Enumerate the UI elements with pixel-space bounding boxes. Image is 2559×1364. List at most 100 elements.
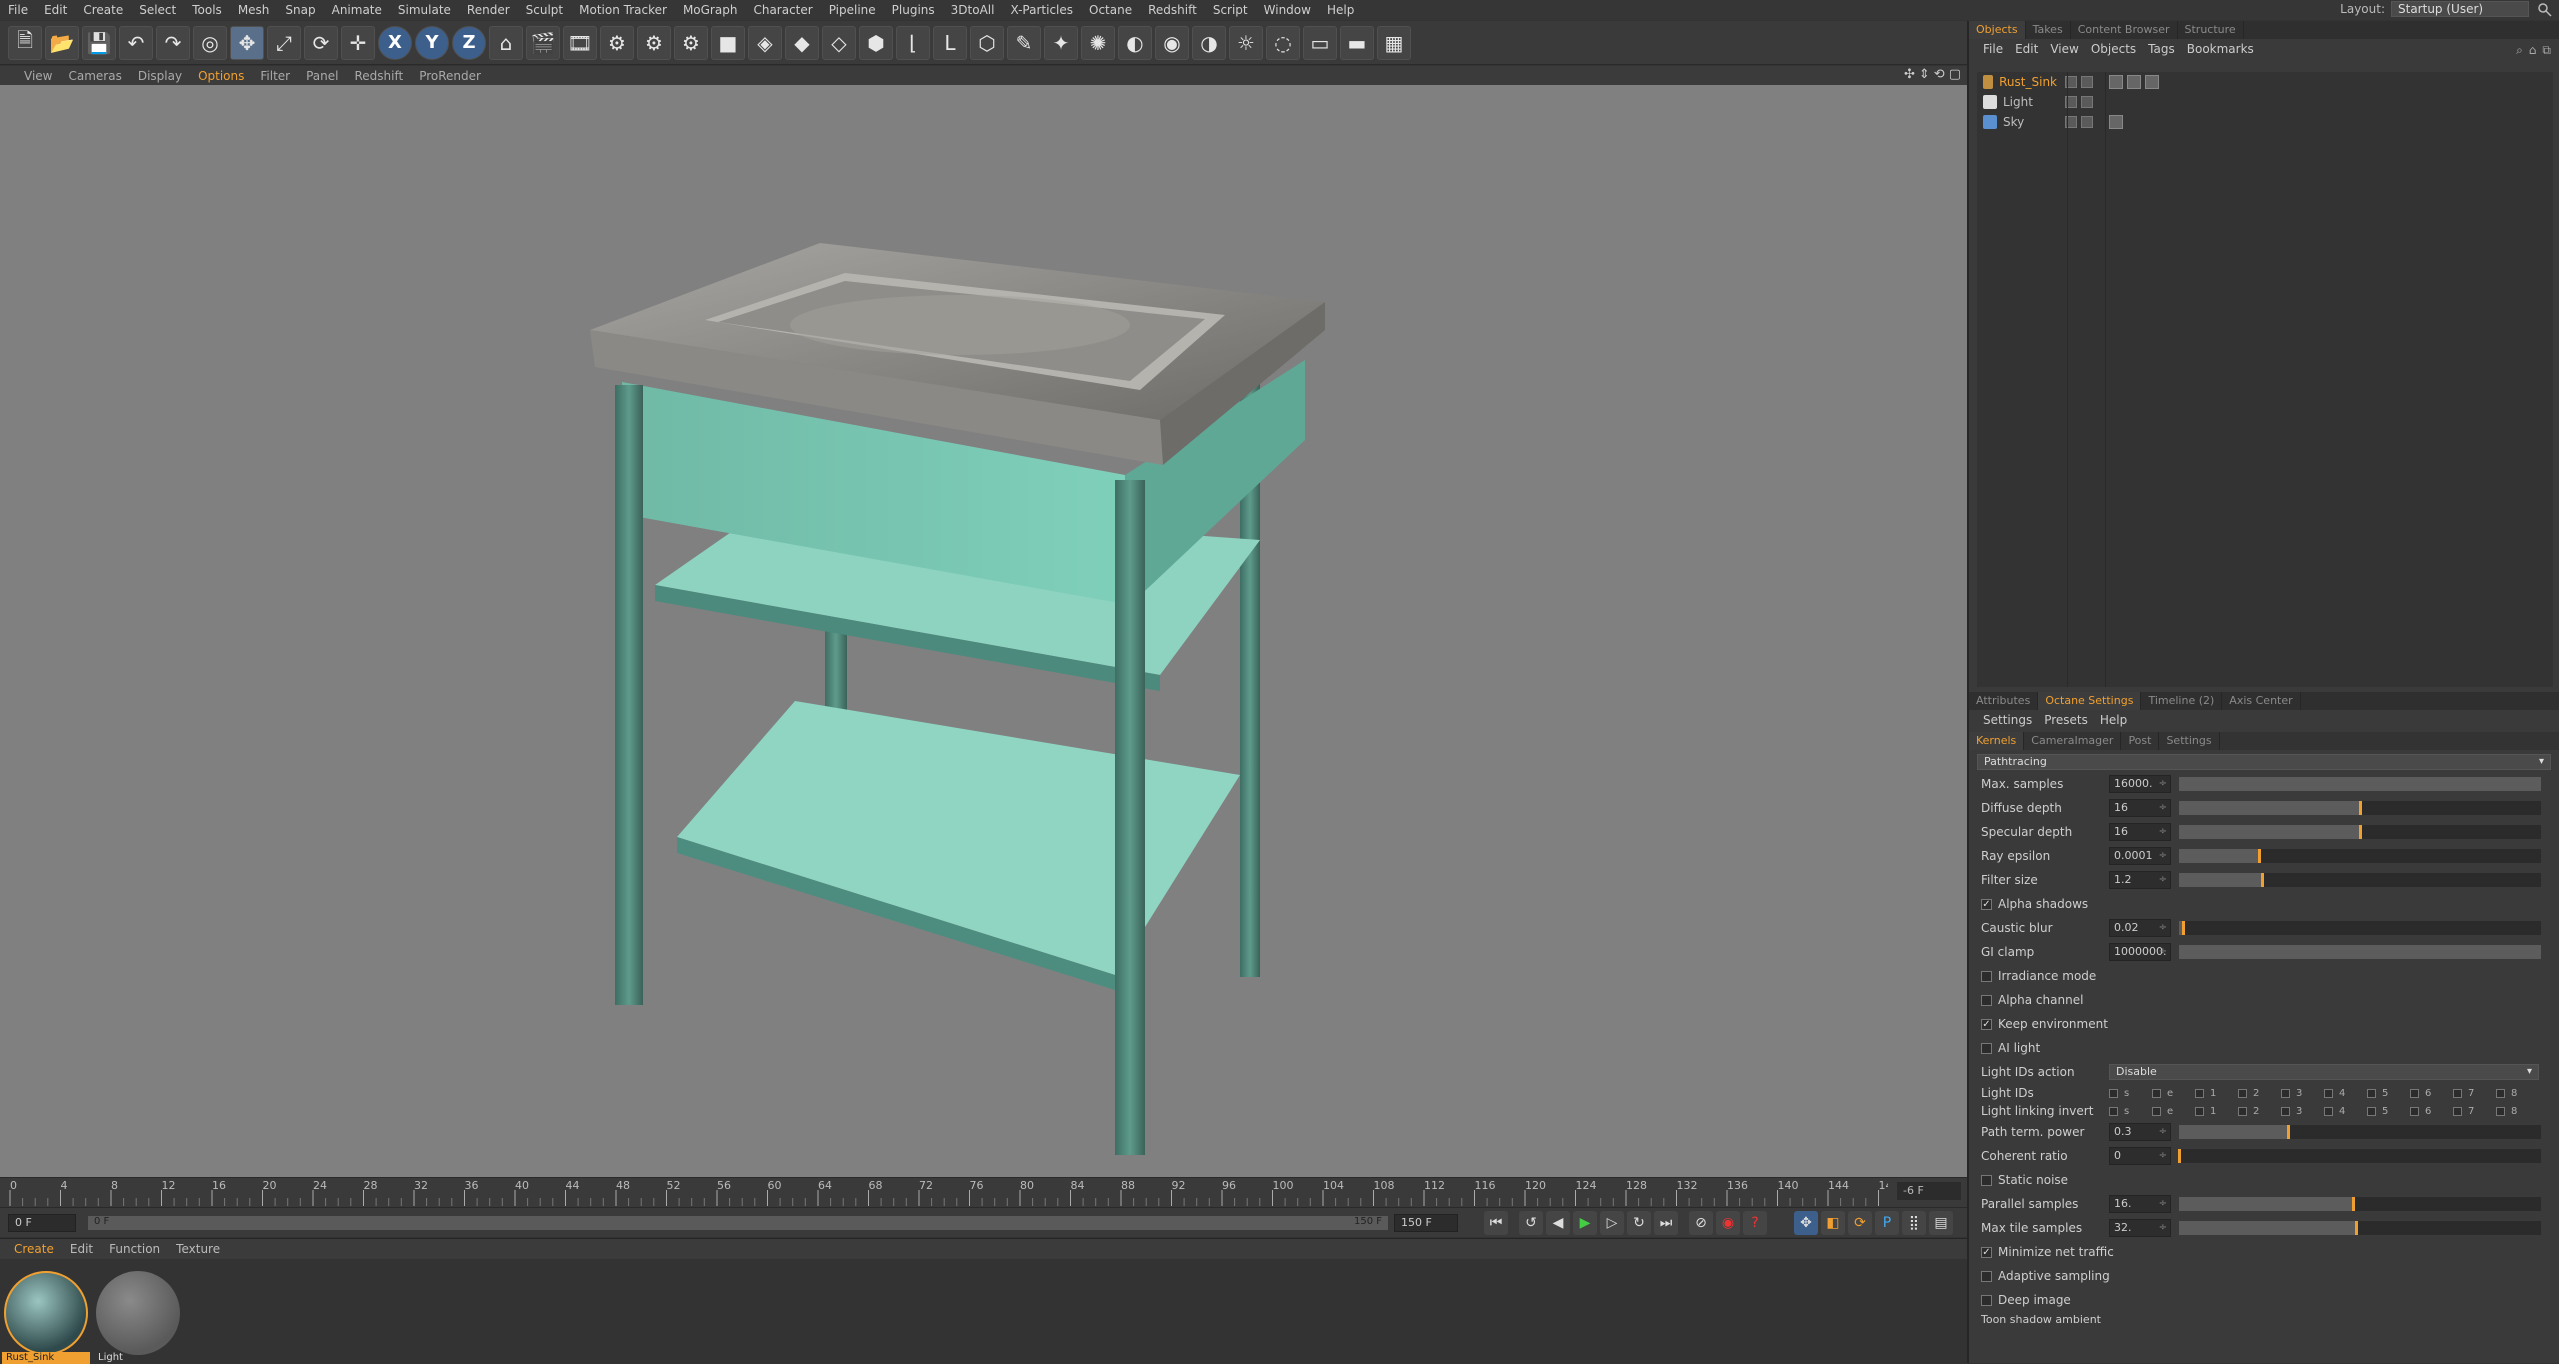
attributes-menu-presets[interactable]: Presets xyxy=(2038,713,2094,727)
param-value-field[interactable]: 16 xyxy=(2109,799,2171,817)
checkbox[interactable] xyxy=(2281,1106,2290,1116)
menu-item-mesh[interactable]: Mesh xyxy=(230,3,278,17)
slider-knob[interactable] xyxy=(2178,1149,2181,1163)
octane-white-icon[interactable]: ▬ xyxy=(1340,25,1374,60)
object-list[interactable]: Rust_Sink Light Sky xyxy=(1977,72,2553,687)
tag-icon[interactable] xyxy=(2109,115,2123,129)
light-text-icon[interactable]: L xyxy=(933,25,967,60)
object-row[interactable]: Rust_Sink xyxy=(1977,72,2553,92)
light-id-box[interactable]: 1 xyxy=(2195,1088,2238,1099)
param-slider[interactable] xyxy=(2179,777,2541,791)
rotate-icon[interactable]: ⟳ xyxy=(304,25,338,60)
tab-timeline-2-[interactable]: Timeline (2) xyxy=(2141,692,2223,710)
attributes-menu-settings[interactable]: Settings xyxy=(1977,713,2038,727)
objects-menu-objects[interactable]: Objects xyxy=(2085,42,2142,56)
param-value-field[interactable]: 16. xyxy=(2109,1195,2171,1213)
record-off-icon[interactable]: ⊘ xyxy=(1689,1210,1713,1235)
menu-item-window[interactable]: Window xyxy=(1256,3,1319,17)
menu-item-create[interactable]: Create xyxy=(75,3,131,17)
objects-menu-tags[interactable]: Tags xyxy=(2142,42,2181,56)
light-id-box[interactable]: 6 xyxy=(2410,1088,2453,1099)
checkbox[interactable] xyxy=(2453,1088,2462,1098)
viewport-menu-panel[interactable]: Panel xyxy=(298,69,346,83)
menu-item-mograph[interactable]: MoGraph xyxy=(675,3,746,17)
light-id-box[interactable]: 5 xyxy=(2367,1088,2410,1099)
viewport[interactable] xyxy=(0,85,1967,1177)
objects-menu-edit[interactable]: Edit xyxy=(2009,42,2044,56)
light-id-box[interactable]: s xyxy=(2109,1088,2152,1099)
check-alpha-shadows[interactable]: ✓ Alpha shadows xyxy=(1969,892,2559,916)
param-value-field[interactable]: 0.3 xyxy=(2109,1123,2171,1141)
checkbox[interactable] xyxy=(2152,1088,2161,1098)
z-axis-icon[interactable]: Z xyxy=(452,25,486,60)
octane-camera-icon[interactable]: ◉ xyxy=(1155,25,1189,60)
checkbox[interactable] xyxy=(2109,1088,2118,1098)
x-axis-icon[interactable]: X xyxy=(378,25,412,60)
subtab-kernels[interactable]: Kernels xyxy=(1969,732,2025,750)
check-alpha-channel[interactable]: Alpha channel xyxy=(1969,988,2559,1012)
check-static-noise[interactable]: Static noise xyxy=(1969,1168,2559,1192)
subtab-settings[interactable]: Settings xyxy=(2159,732,2220,750)
tag-icon[interactable] xyxy=(2127,75,2141,89)
goto-end-icon[interactable]: ⏭ xyxy=(1654,1210,1678,1235)
param-slider[interactable] xyxy=(2179,921,2541,935)
menu-item-animate[interactable]: Animate xyxy=(324,3,390,17)
viewport-menu-view[interactable]: View xyxy=(16,69,60,83)
check-adaptive-sampling[interactable]: Adaptive sampling xyxy=(1969,1264,2559,1288)
param-value-field[interactable]: 16000. xyxy=(2109,775,2171,793)
param-slider[interactable] xyxy=(2178,1149,2541,1163)
key-position-icon[interactable]: ✥ xyxy=(1794,1210,1818,1235)
checkbox[interactable] xyxy=(2367,1088,2376,1098)
octane-green-icon[interactable]: ✺ xyxy=(1081,25,1115,60)
light-id-box[interactable]: 8 xyxy=(2496,1088,2539,1099)
viewport-menu-cameras[interactable]: Cameras xyxy=(60,69,129,83)
tab-content-browser[interactable]: Content Browser xyxy=(2071,21,2178,39)
prev-frame-icon[interactable]: ◀ xyxy=(1546,1210,1570,1235)
end-frame-field[interactable]: 150 F xyxy=(1394,1213,1458,1232)
light-id-box[interactable]: 4 xyxy=(2324,1088,2367,1099)
search-icon[interactable] xyxy=(2537,2,2553,18)
object-row[interactable]: Sky xyxy=(1977,112,2553,132)
undo-icon[interactable]: ↶ xyxy=(119,25,153,60)
checkbox[interactable] xyxy=(1981,994,1992,1006)
checkbox[interactable] xyxy=(2496,1088,2505,1098)
checkbox[interactable] xyxy=(2324,1088,2333,1098)
param-value-field[interactable]: 0.02 xyxy=(2109,919,2171,937)
coordinate-system-icon[interactable]: ⌂ xyxy=(489,25,523,60)
material-menu-function[interactable]: Function xyxy=(101,1242,168,1256)
menu-item-edit[interactable]: Edit xyxy=(36,3,75,17)
light-id-box[interactable]: 5 xyxy=(2367,1106,2410,1117)
octane-sun-icon[interactable]: ☼ xyxy=(1229,25,1263,60)
octane-light-icon[interactable]: ▭ xyxy=(1303,25,1337,60)
viewport-menu-filter[interactable]: Filter xyxy=(252,69,298,83)
menu-item-x-particles[interactable]: X-Particles xyxy=(1002,3,1081,17)
octane-env-icon[interactable]: ◑ xyxy=(1192,25,1226,60)
checkbox[interactable] xyxy=(1981,1270,1992,1282)
scale-icon[interactable]: ⤢ xyxy=(267,25,301,60)
home-icon[interactable]: ⌂ xyxy=(2529,43,2537,58)
cube-icon[interactable]: ■ xyxy=(711,25,745,60)
render-view-icon[interactable]: 🎞 xyxy=(563,25,597,60)
light-id-box[interactable]: 6 xyxy=(2410,1106,2453,1117)
param-slider[interactable] xyxy=(2179,873,2541,887)
y-axis-icon[interactable]: Y xyxy=(415,25,449,60)
octane-live-icon[interactable]: ⚙ xyxy=(637,25,671,60)
light-id-box[interactable]: e xyxy=(2152,1088,2195,1099)
menu-item-select[interactable]: Select xyxy=(131,3,184,17)
subtab-cameraimager[interactable]: CameraImager xyxy=(2024,732,2122,750)
checkbox[interactable] xyxy=(2195,1106,2204,1116)
key-param-icon[interactable]: P xyxy=(1875,1210,1899,1235)
check-deep-image[interactable]: Deep image xyxy=(1969,1288,2559,1312)
light-id-box[interactable]: 8 xyxy=(2496,1106,2539,1117)
axis-icon[interactable]: ✛ xyxy=(341,25,375,60)
visibility-toggle-icon[interactable] xyxy=(2081,96,2093,108)
current-frame-field[interactable]: -6 F xyxy=(1897,1182,1961,1200)
visibility-toggle-icon[interactable] xyxy=(2081,76,2093,88)
kernel-type-dropdown[interactable]: Pathtracing xyxy=(1977,754,2551,770)
param-slider[interactable] xyxy=(2179,945,2541,959)
timeline-ruler[interactable]: 0 4 8 12 16 20 24 28 32 36 40 44 48 52 56 60 64 68 72 76 80 8… xyxy=(8,1180,1888,1206)
material-menu-texture[interactable]: Texture xyxy=(168,1242,228,1256)
key-rotation-icon[interactable]: ⟳ xyxy=(1848,1210,1872,1235)
pen-icon[interactable]: ✎ xyxy=(1007,25,1041,60)
deformer-icon[interactable]: ◇ xyxy=(822,25,856,60)
